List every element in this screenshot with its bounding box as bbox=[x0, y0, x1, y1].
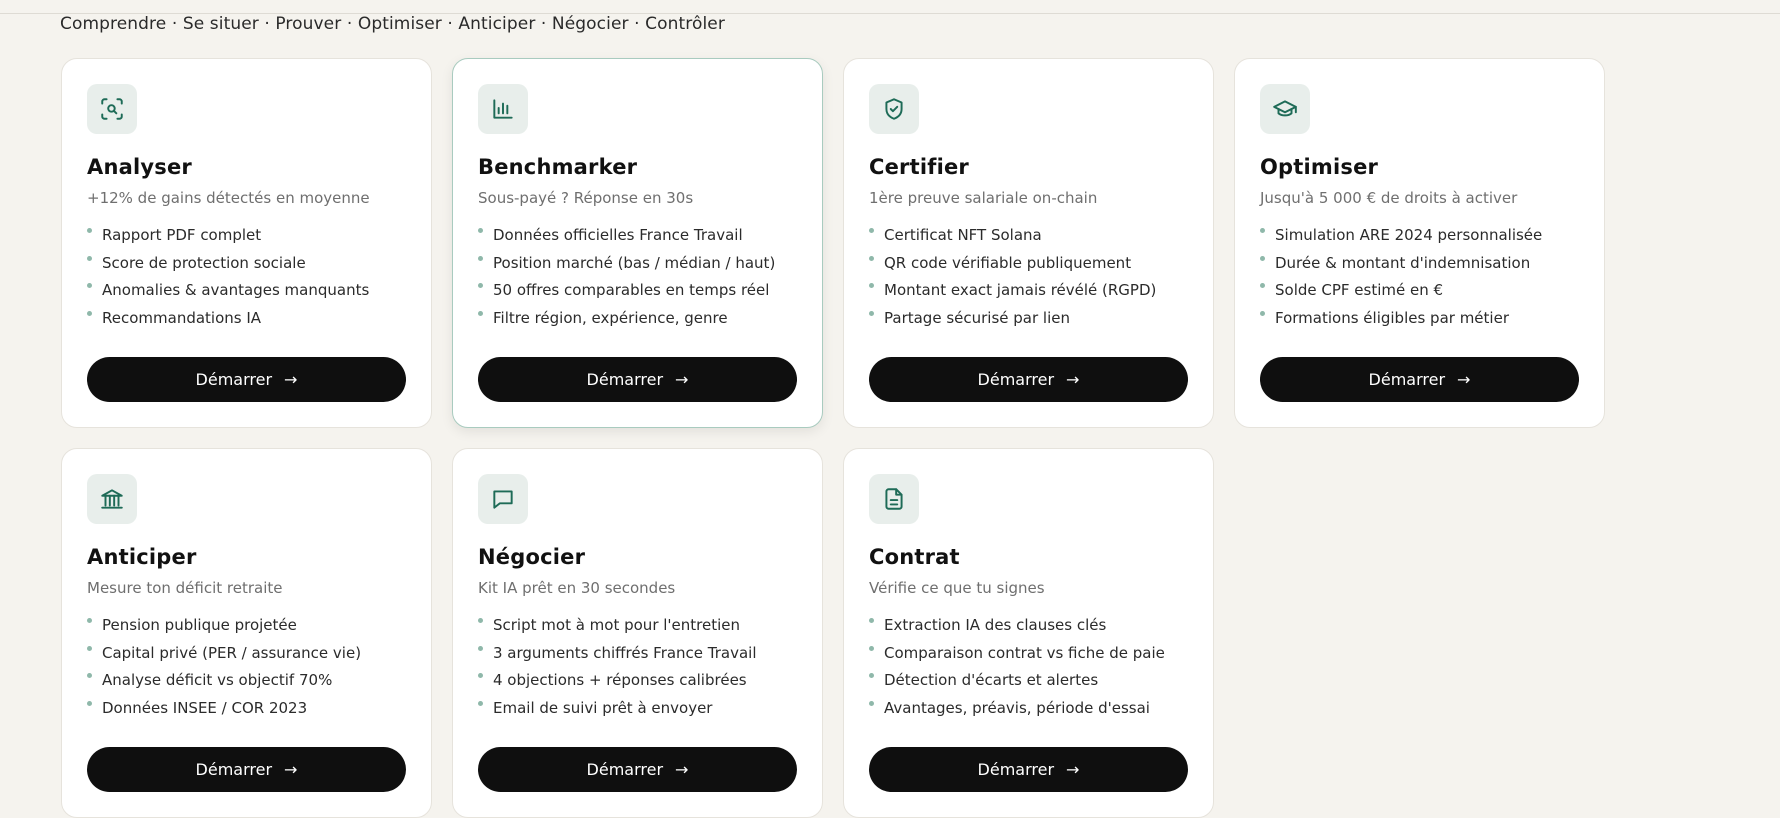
card-analyser: Analyser +12% de gains détectés en moyen… bbox=[61, 58, 432, 428]
feature-item: Capital privé (PER / assurance vie) bbox=[87, 640, 406, 668]
feature-item: 3 arguments chiffrés France Travail bbox=[478, 640, 797, 668]
arrow-right-icon: → bbox=[284, 369, 298, 389]
arrow-right-icon: → bbox=[1066, 759, 1080, 779]
feature-list: Extraction IA des clauses clés Comparais… bbox=[869, 612, 1188, 722]
feature-item: Analyse déficit vs objectif 70% bbox=[87, 667, 406, 695]
feature-item: Recommandations IA bbox=[87, 305, 406, 333]
start-button-label: Démarrer bbox=[1368, 370, 1446, 389]
feature-grid: Analyser +12% de gains détectés en moyen… bbox=[61, 58, 1607, 818]
card-title: Contrat bbox=[869, 545, 960, 569]
start-button-label: Démarrer bbox=[195, 370, 273, 389]
start-button-certifier[interactable]: Démarrer → bbox=[869, 357, 1188, 402]
feature-item: Données INSEE / COR 2023 bbox=[87, 695, 406, 723]
feature-item: Certificat NFT Solana bbox=[869, 222, 1188, 250]
card-title: Anticiper bbox=[87, 545, 197, 569]
arrow-right-icon: → bbox=[675, 369, 689, 389]
card-subtitle: +12% de gains détectés en moyenne bbox=[87, 189, 370, 207]
card-subtitle: 1ère preuve salariale on-chain bbox=[869, 189, 1098, 207]
feature-list: Certificat NFT Solana QR code vérifiable… bbox=[869, 222, 1188, 332]
card-icon-tile bbox=[478, 84, 528, 134]
start-button-label: Démarrer bbox=[586, 760, 664, 779]
feature-list: Données officielles France Travail Posit… bbox=[478, 222, 797, 332]
feature-item: Anomalies & avantages manquants bbox=[87, 277, 406, 305]
feature-item: Pension publique projetée bbox=[87, 612, 406, 640]
card-title: Benchmarker bbox=[478, 155, 638, 179]
arrow-right-icon: → bbox=[1457, 369, 1471, 389]
card-negocier: Négocier Kit IA prêt en 30 secondes Scri… bbox=[452, 448, 823, 818]
feature-item: Email de suivi prêt à envoyer bbox=[478, 695, 797, 723]
feature-list: Script mot à mot pour l'entretien 3 argu… bbox=[478, 612, 797, 722]
graduation-cap-icon bbox=[1273, 100, 1297, 117]
feature-item: 4 objections + réponses calibrées bbox=[478, 667, 797, 695]
start-button-label: Démarrer bbox=[977, 370, 1055, 389]
card-anticiper: Anticiper Mesure ton déficit retraite Pe… bbox=[61, 448, 432, 818]
card-subtitle: Kit IA prêt en 30 secondes bbox=[478, 579, 676, 597]
feature-item: Rapport PDF complet bbox=[87, 222, 406, 250]
feature-item: Simulation ARE 2024 personnalisée bbox=[1260, 222, 1579, 250]
card-optimiser: Optimiser Jusqu'à 5 000 € de droits à ac… bbox=[1234, 58, 1605, 428]
arrow-right-icon: → bbox=[1066, 369, 1080, 389]
feature-item: Durée & montant d'indemnisation bbox=[1260, 250, 1579, 278]
feature-list: Simulation ARE 2024 personnalisée Durée … bbox=[1260, 222, 1579, 332]
feature-item: Comparaison contrat vs fiche de paie bbox=[869, 640, 1188, 668]
card-icon-tile bbox=[87, 474, 137, 524]
start-button-contrat[interactable]: Démarrer → bbox=[869, 747, 1188, 792]
feature-item: 50 offres comparables en temps réel bbox=[478, 277, 797, 305]
card-icon-tile bbox=[87, 84, 137, 134]
start-button-negocier[interactable]: Démarrer → bbox=[478, 747, 797, 792]
feature-item: Score de protection sociale bbox=[87, 250, 406, 278]
start-button-benchmarker[interactable]: Démarrer → bbox=[478, 357, 797, 402]
start-button-label: Démarrer bbox=[586, 370, 664, 389]
card-icon-tile bbox=[478, 474, 528, 524]
start-button-label: Démarrer bbox=[195, 760, 273, 779]
scan-search-icon bbox=[101, 98, 123, 120]
feature-item: QR code vérifiable publiquement bbox=[869, 250, 1188, 278]
feature-item: Montant exact jamais révélé (RGPD) bbox=[869, 277, 1188, 305]
shield-check-icon bbox=[885, 98, 903, 120]
feature-item: Partage sécurisé par lien bbox=[869, 305, 1188, 333]
feature-list: Rapport PDF complet Score de protection … bbox=[87, 222, 406, 332]
feature-item: Données officielles France Travail bbox=[478, 222, 797, 250]
message-square-icon bbox=[493, 490, 513, 509]
arrow-right-icon: → bbox=[284, 759, 298, 779]
card-subtitle: Vérifie ce que tu signes bbox=[869, 579, 1045, 597]
card-title: Négocier bbox=[478, 545, 586, 569]
file-text-icon bbox=[885, 488, 903, 510]
feature-item: Script mot à mot pour l'entretien bbox=[478, 612, 797, 640]
card-subtitle: Sous-payé ? Réponse en 30s bbox=[478, 189, 694, 207]
card-subtitle: Jusqu'à 5 000 € de droits à activer bbox=[1260, 189, 1518, 207]
bar-chart-icon bbox=[493, 99, 513, 119]
card-certifier: Certifier 1ère preuve salariale on-chain… bbox=[843, 58, 1214, 428]
card-icon-tile bbox=[869, 474, 919, 524]
feature-list: Pension publique projetée Capital privé … bbox=[87, 612, 406, 722]
feature-item: Solde CPF estimé en € bbox=[1260, 277, 1579, 305]
feature-item: Avantages, préavis, période d'essai bbox=[869, 695, 1188, 723]
feature-item: Position marché (bas / médian / haut) bbox=[478, 250, 797, 278]
card-title: Certifier bbox=[869, 155, 969, 179]
feature-item: Extraction IA des clauses clés bbox=[869, 612, 1188, 640]
card-icon-tile bbox=[869, 84, 919, 134]
card-contrat: Contrat Vérifie ce que tu signes Extract… bbox=[843, 448, 1214, 818]
start-button-optimiser[interactable]: Démarrer → bbox=[1260, 357, 1579, 402]
arrow-right-icon: → bbox=[675, 759, 689, 779]
start-button-label: Démarrer bbox=[977, 760, 1055, 779]
feature-item: Détection d'écarts et alertes bbox=[869, 667, 1188, 695]
start-button-analyser[interactable]: Démarrer → bbox=[87, 357, 406, 402]
feature-item: Formations éligibles par métier bbox=[1260, 305, 1579, 333]
card-title: Analyser bbox=[87, 155, 192, 179]
start-button-anticiper[interactable]: Démarrer → bbox=[87, 747, 406, 792]
card-benchmarker: Benchmarker Sous-payé ? Réponse en 30s D… bbox=[452, 58, 823, 428]
card-title: Optimiser bbox=[1260, 155, 1379, 179]
feature-item: Filtre région, expérience, genre bbox=[478, 305, 797, 333]
bank-icon bbox=[101, 489, 123, 509]
card-icon-tile bbox=[1260, 84, 1310, 134]
card-subtitle: Mesure ton déficit retraite bbox=[87, 579, 283, 597]
section-tagline: Comprendre · Se situer · Prouver · Optim… bbox=[60, 14, 725, 34]
